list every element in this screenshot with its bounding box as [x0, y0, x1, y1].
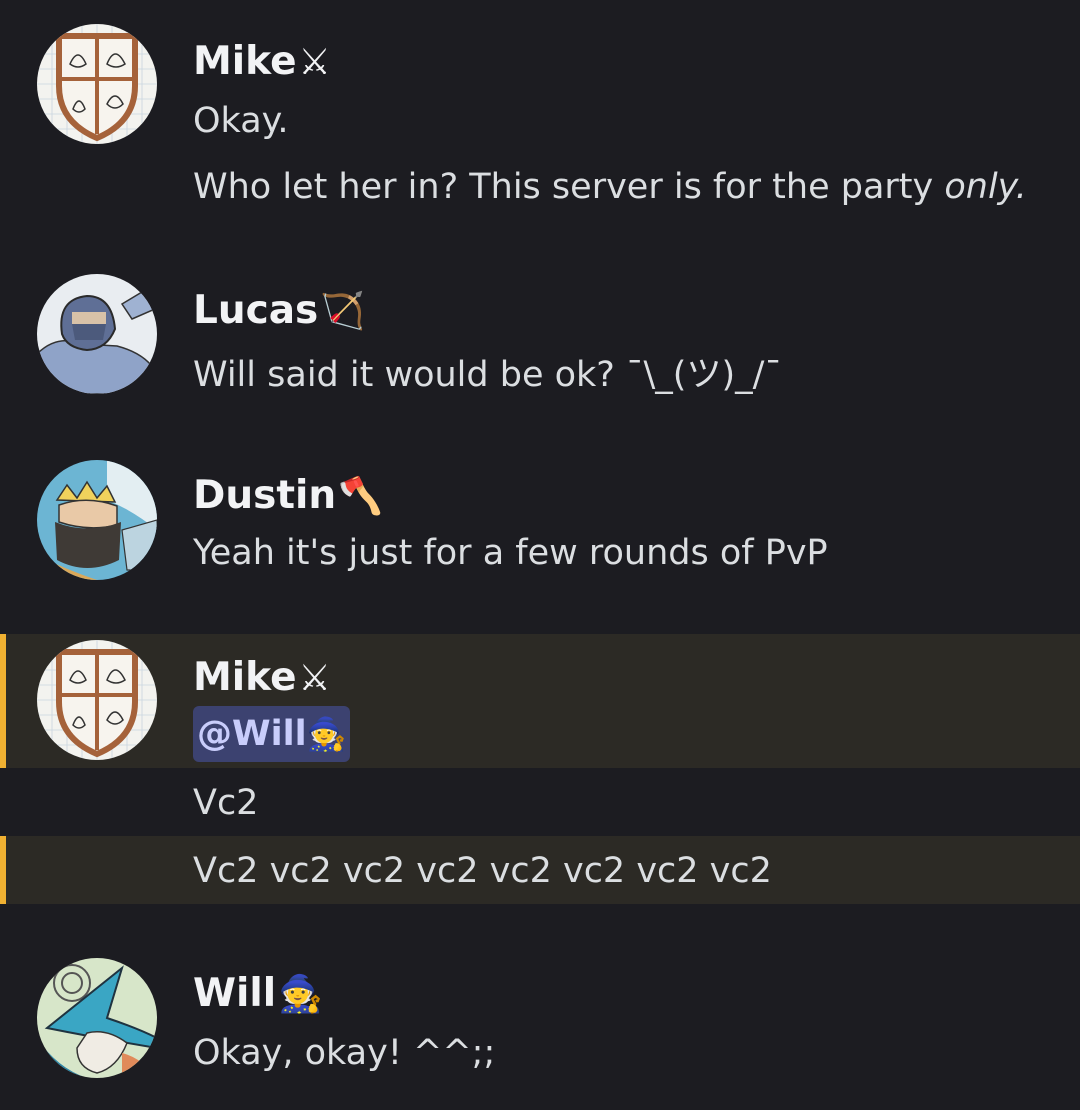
user-avatar[interactable]	[37, 274, 157, 394]
message-text: Vc2 vc2 vc2 vc2 vc2 vc2 vc2 vc2	[193, 851, 772, 891]
user-avatar[interactable]	[37, 640, 157, 760]
crowned-dwarf-icon	[37, 460, 157, 580]
wizard-icon: 🧙	[278, 974, 323, 1015]
hooded-figure-icon	[37, 274, 157, 394]
author-name[interactable]: Will🧙	[193, 974, 323, 1013]
emphasis-text: only.	[944, 167, 1027, 207]
shield-leaves-icon	[37, 640, 157, 760]
message-text-span: Who let her in? This server is for the p…	[193, 167, 945, 207]
highlight-bar	[0, 634, 6, 768]
author-name-text: Mike	[193, 39, 297, 84]
bow-and-arrow-icon: 🏹	[320, 291, 366, 332]
author-name-text: Dustin	[193, 473, 337, 518]
user-avatar[interactable]	[37, 460, 157, 580]
user-mention[interactable]: @Will🧙	[193, 706, 351, 762]
wizard-hat-icon	[37, 958, 157, 1078]
mention-highlight	[0, 634, 1080, 768]
mention-text: @Will	[197, 714, 307, 754]
author-name[interactable]: Dustin🪓	[193, 476, 383, 515]
author-name[interactable]: Lucas🏹	[193, 291, 365, 330]
crossed-swords-icon: ⚔	[298, 658, 331, 699]
message-text: Okay.	[193, 101, 289, 141]
author-name[interactable]: Mike⚔	[193, 658, 331, 697]
user-avatar[interactable]	[37, 24, 157, 144]
message-text: Vc2	[193, 783, 259, 823]
message-text: Who let her in? This server is for the p…	[193, 170, 1027, 205]
author-name[interactable]: Mike⚔	[193, 42, 331, 81]
wizard-icon: 🧙	[306, 715, 347, 753]
shield-leaves-icon	[37, 24, 157, 144]
message-text: Yeah it's just for a few rounds of PvP	[193, 533, 828, 573]
author-name-text: Mike	[193, 655, 297, 700]
highlight-bar	[0, 836, 6, 904]
message-text: Okay, okay! ^^;;	[193, 1033, 496, 1073]
author-name-text: Will	[193, 971, 277, 1016]
axe-icon: 🪓	[338, 476, 383, 517]
author-name-text: Lucas	[193, 288, 319, 333]
crossed-swords-icon: ⚔	[298, 42, 331, 83]
user-avatar[interactable]	[37, 958, 157, 1078]
message-text: Will said it would be ok? ¯\_(ツ)_/¯	[193, 355, 782, 395]
